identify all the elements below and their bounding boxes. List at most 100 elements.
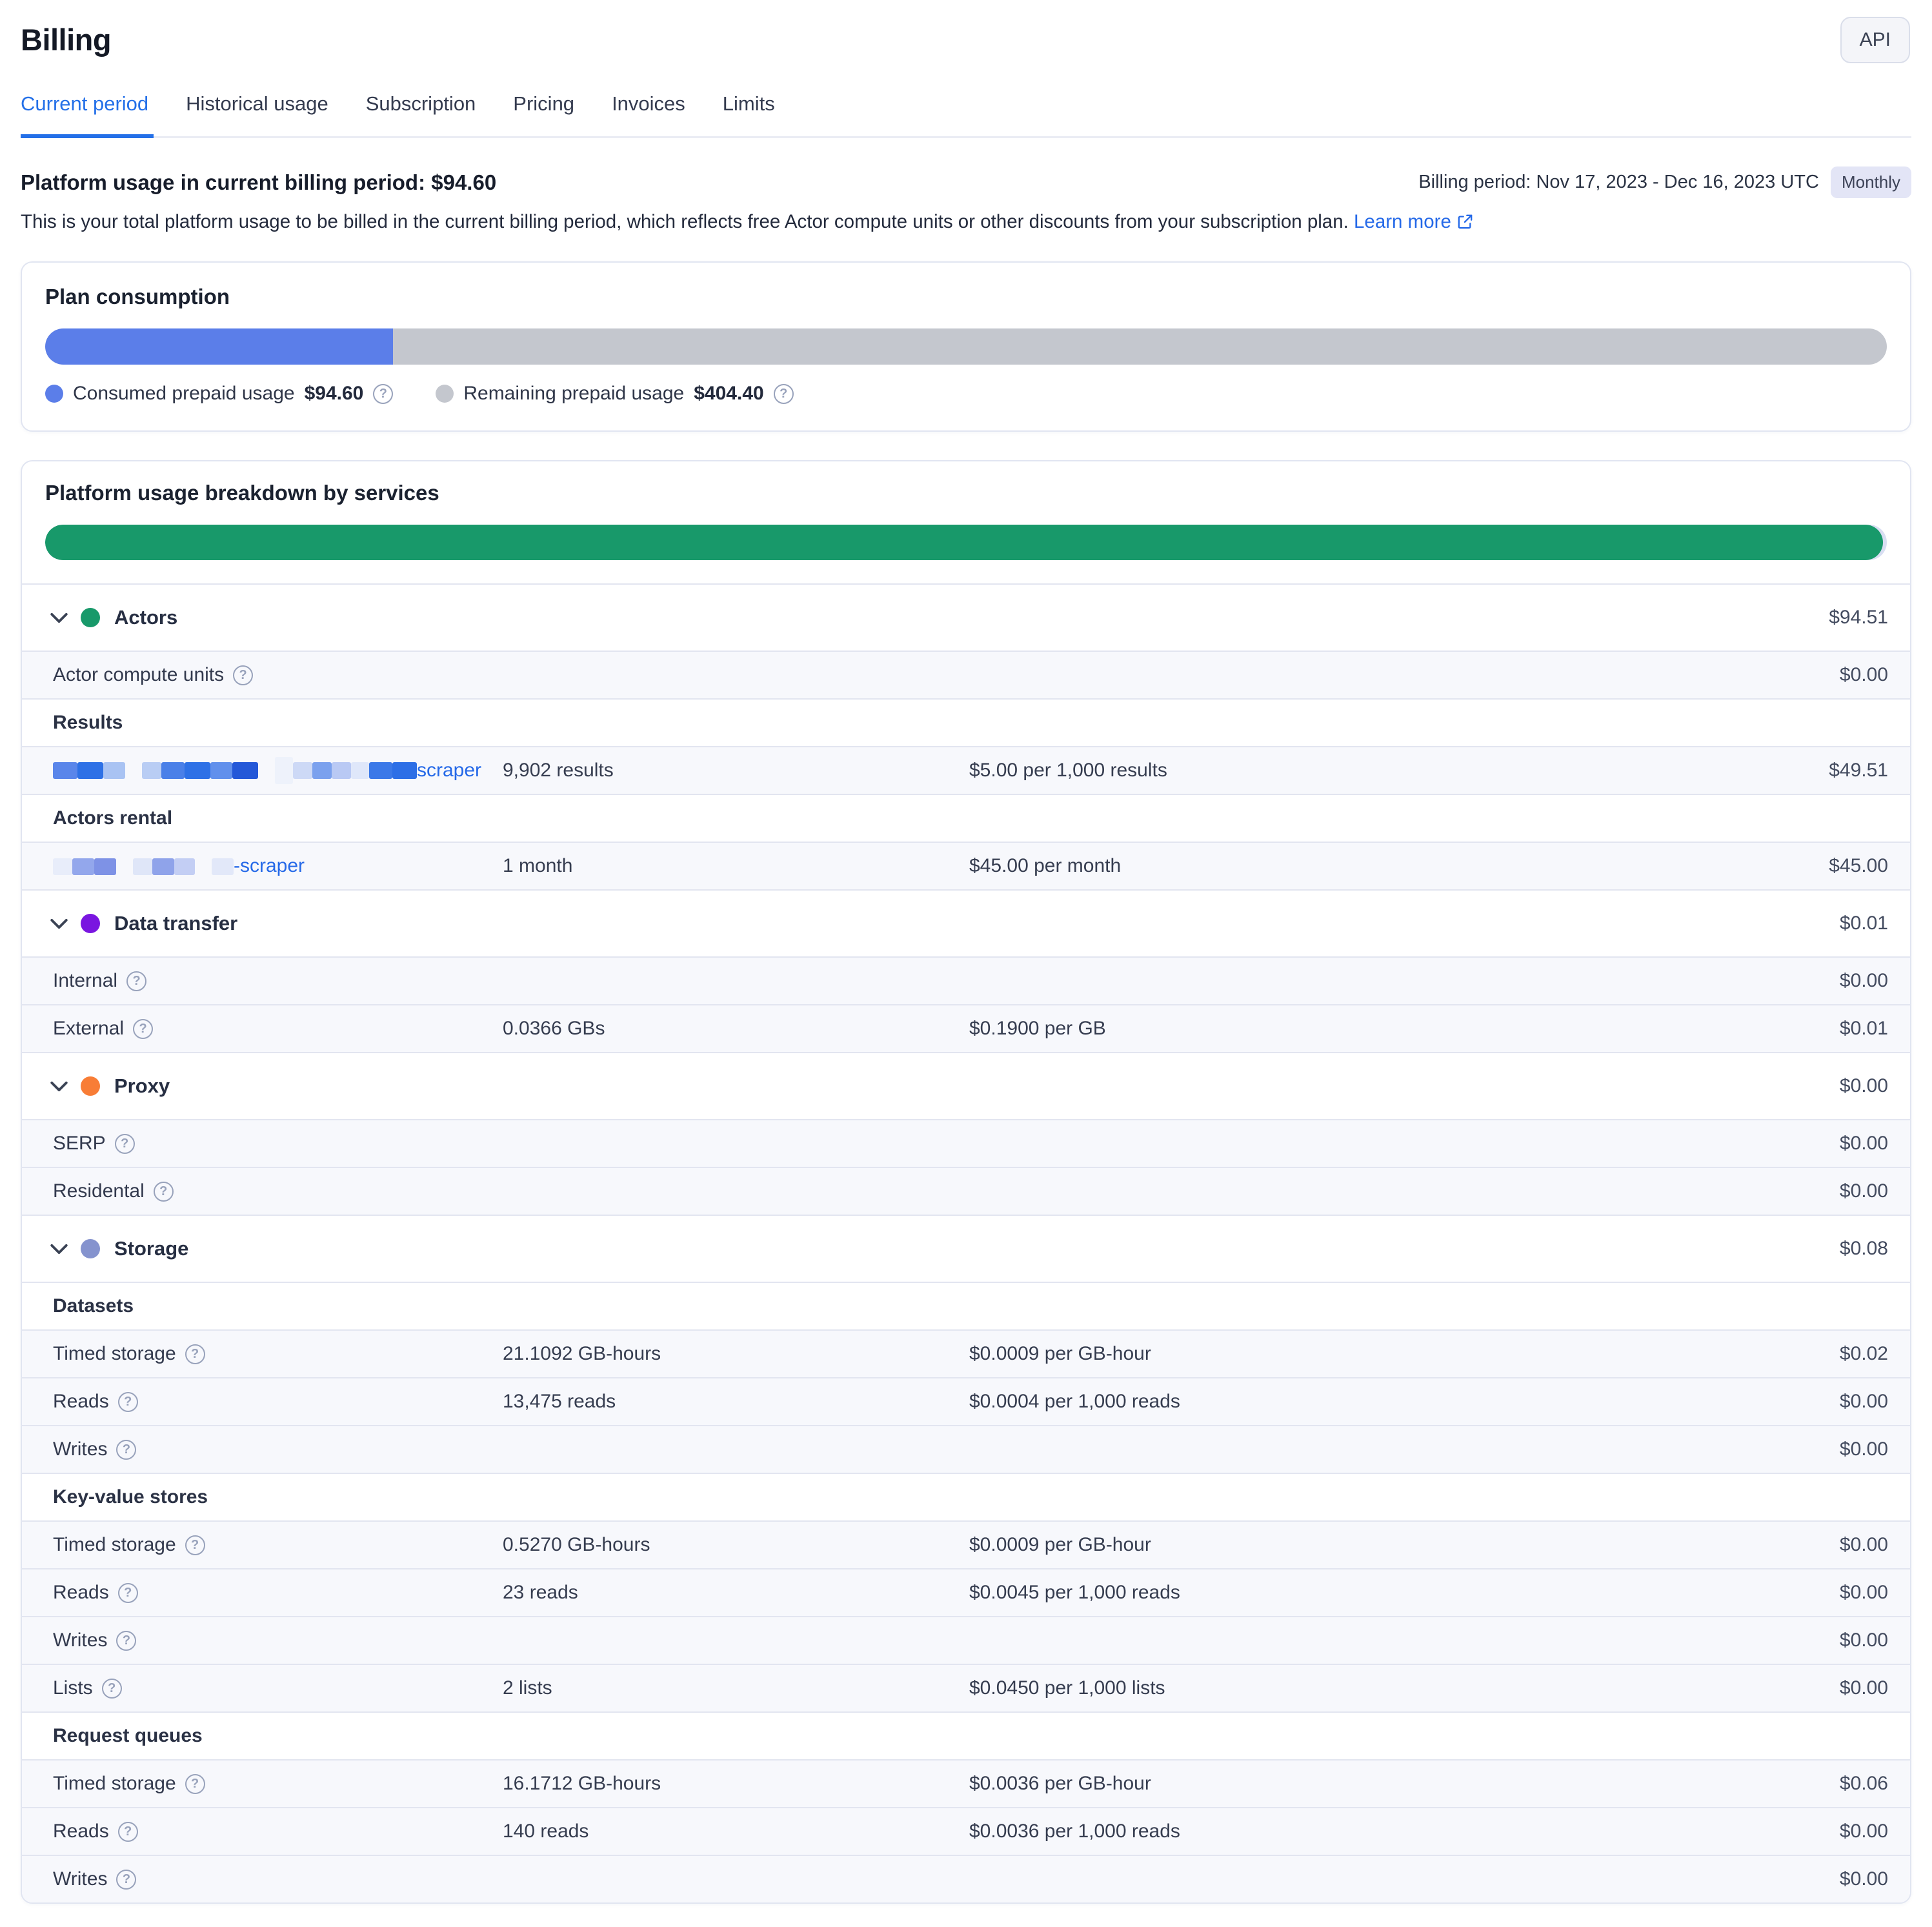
help-icon[interactable]: ? <box>115 1134 135 1154</box>
billing-cycle-badge: Monthly <box>1831 166 1911 198</box>
row-group-proxy[interactable]: Proxy $0.00 <box>22 1052 1910 1119</box>
row-label: Actor compute units <box>53 664 224 686</box>
tab-current-period[interactable]: Current period <box>21 92 148 136</box>
row-price: $0.1900 per GB <box>969 1018 1707 1040</box>
row-section-key-value-stores: Key-value stores <box>22 1473 1910 1520</box>
service-dot-data-transfer <box>81 914 100 933</box>
usage-heading-row: Platform usage in current billing period… <box>21 166 1911 198</box>
help-icon[interactable]: ? <box>116 1631 136 1651</box>
row-label: Writes <box>53 1438 107 1460</box>
breakdown-title: Platform usage breakdown by services <box>45 481 1887 505</box>
group-label: Proxy <box>114 1074 170 1098</box>
row-quantity: 16.1712 GB-hours <box>503 1773 969 1795</box>
plan-consumption-card: Plan consumption Consumed prepaid usage … <box>21 261 1911 432</box>
help-icon[interactable]: ? <box>185 1774 205 1794</box>
row-quantity: 9,902 results <box>503 760 969 782</box>
row-rq-reads: Reads ? 140 reads $0.0036 per 1,000 read… <box>22 1807 1910 1855</box>
legend-remaining: Remaining prepaid usage $404.40 ? <box>436 383 793 405</box>
row-group-storage[interactable]: Storage $0.08 <box>22 1215 1910 1282</box>
chevron-down-icon[interactable] <box>50 918 68 929</box>
row-quantity: 21.1092 GB-hours <box>503 1343 969 1365</box>
row-section-datasets: Datasets <box>22 1282 1910 1329</box>
plan-consumption-bar <box>45 328 1887 365</box>
help-icon[interactable]: ? <box>774 384 794 404</box>
actor-link[interactable]: -scraper <box>234 855 305 877</box>
tab-invoices[interactable]: Invoices <box>612 92 685 136</box>
row-rq-timed-storage: Timed storage ? 16.1712 GB-hours $0.0036… <box>22 1759 1910 1807</box>
service-dot-actors <box>81 608 100 627</box>
tab-historical-usage[interactable]: Historical usage <box>186 92 328 136</box>
row-actor-compute-units: Actor compute units ? $0.00 <box>22 651 1910 698</box>
chevron-down-icon[interactable] <box>50 612 68 623</box>
row-quantity: 140 reads <box>503 1821 969 1842</box>
page-title: Billing <box>21 0 1911 57</box>
row-kv-writes: Writes ? $0.00 <box>22 1616 1910 1664</box>
row-rq-writes: Writes ? $0.00 <box>22 1855 1910 1902</box>
row-amount: $0.00 <box>1707 1582 1888 1604</box>
legend-consumed-value: $94.60 <box>305 383 364 405</box>
row-price: $0.0450 per 1,000 lists <box>969 1677 1707 1699</box>
help-icon[interactable]: ? <box>118 1822 138 1842</box>
billing-tabs: Current period Historical usage Subscrip… <box>21 92 1911 138</box>
chevron-down-icon[interactable] <box>50 1244 68 1255</box>
section-label: Actors rental <box>53 807 172 829</box>
tab-subscription[interactable]: Subscription <box>366 92 476 136</box>
usage-total-heading: Platform usage in current billing period… <box>21 170 496 195</box>
help-icon[interactable]: ? <box>118 1392 138 1412</box>
learn-more-link[interactable]: Learn more <box>1354 211 1451 232</box>
row-label: Reads <box>53 1821 109 1842</box>
legend-consumed: Consumed prepaid usage $94.60 ? <box>45 383 393 405</box>
breakdown-bar-fill <box>45 525 1883 560</box>
row-section-request-queues: Request queues <box>22 1711 1910 1759</box>
help-icon[interactable]: ? <box>102 1679 122 1699</box>
chevron-down-icon[interactable] <box>50 1081 68 1092</box>
row-label: SERP <box>53 1133 106 1155</box>
row-external: External ? 0.0366 GBs $0.1900 per GB $0.… <box>22 1004 1910 1052</box>
help-icon[interactable]: ? <box>185 1344 205 1364</box>
legend-remaining-value: $404.40 <box>694 383 763 405</box>
row-quantity: 0.5270 GB-hours <box>503 1534 969 1556</box>
help-icon[interactable]: ? <box>185 1535 205 1555</box>
group-label: Data transfer <box>114 912 237 935</box>
row-internal: Internal ? $0.00 <box>22 956 1910 1004</box>
row-amount: $0.00 <box>1707 1868 1888 1890</box>
row-amount: $0.00 <box>1707 664 1888 686</box>
help-icon[interactable]: ? <box>233 665 253 685</box>
plan-consumed-fill <box>45 328 393 365</box>
row-actor-rental: -scraper 1 month $45.00 per month $45.00 <box>22 842 1910 889</box>
row-datasets-reads: Reads ? 13,475 reads $0.0004 per 1,000 r… <box>22 1377 1910 1425</box>
row-amount: $45.00 <box>1707 855 1888 877</box>
help-icon[interactable]: ? <box>116 1870 136 1890</box>
row-group-actors[interactable]: Actors $94.51 <box>22 583 1910 651</box>
row-label: Timed storage <box>53 1534 176 1556</box>
row-amount: $0.00 <box>1707 970 1888 992</box>
actor-link[interactable]: scraper <box>417 760 481 782</box>
row-amount: $0.00 <box>1707 1133 1888 1155</box>
tab-pricing[interactable]: Pricing <box>513 92 574 136</box>
row-kv-reads: Reads ? 23 reads $0.0045 per 1,000 reads… <box>22 1568 1910 1616</box>
row-label: Timed storage <box>53 1343 176 1365</box>
redacted-actor-name <box>53 855 234 877</box>
usage-description-text: This is your total platform usage to be … <box>21 211 1349 232</box>
help-icon[interactable]: ? <box>133 1019 153 1039</box>
help-icon[interactable]: ? <box>118 1583 138 1603</box>
help-icon[interactable]: ? <box>373 384 393 404</box>
section-label: Request queues <box>53 1725 203 1747</box>
usage-description: This is your total platform usage to be … <box>21 211 1911 236</box>
row-section-results: Results <box>22 698 1910 746</box>
row-price: $0.0009 per GB-hour <box>969 1534 1707 1556</box>
row-amount: $0.06 <box>1707 1773 1888 1795</box>
row-group-data-transfer[interactable]: Data transfer $0.01 <box>22 889 1910 956</box>
breakdown-bar <box>45 525 1887 560</box>
row-price: $0.0009 per GB-hour <box>969 1343 1707 1365</box>
row-price: $5.00 per 1,000 results <box>969 760 1707 782</box>
row-price: $0.0004 per 1,000 reads <box>969 1391 1707 1413</box>
row-label: Reads <box>53 1391 109 1413</box>
help-icon[interactable]: ? <box>116 1440 136 1460</box>
help-icon[interactable]: ? <box>126 971 146 991</box>
row-amount: $0.02 <box>1707 1343 1888 1365</box>
help-icon[interactable]: ? <box>154 1182 174 1202</box>
tab-limits[interactable]: Limits <box>723 92 775 136</box>
row-amount: $0.01 <box>1707 913 1888 934</box>
api-button[interactable]: API <box>1840 17 1910 63</box>
